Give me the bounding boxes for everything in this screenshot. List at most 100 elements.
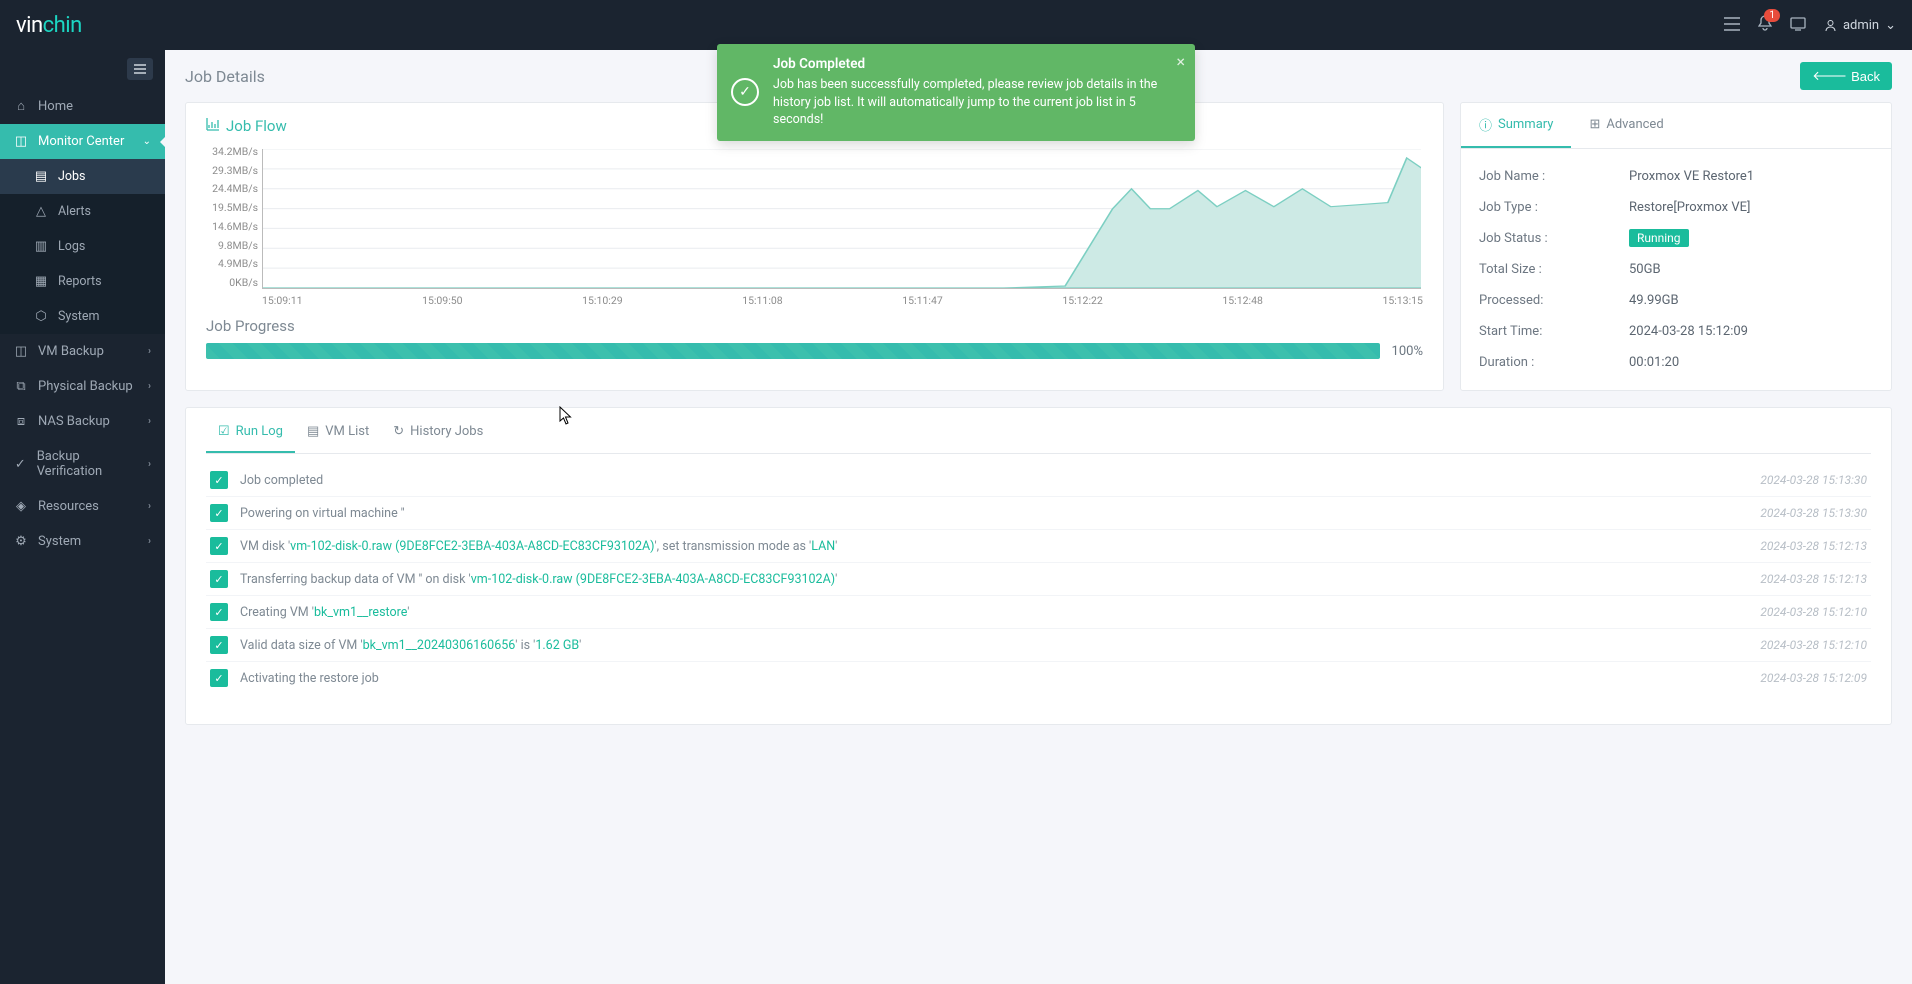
tab-vm-list[interactable]: ▤VM List (295, 412, 381, 453)
sidebar-item-nas-backup[interactable]: ⧈NAS Backup› (0, 404, 165, 439)
main-content: Job Details 🡐 Back Job Flow 34.2MB/s29.3… (165, 50, 1912, 984)
topbar: vinchin 1 admin ⌄ (0, 0, 1912, 50)
check-icon: ✓ (210, 570, 228, 588)
page-title: Job Details (185, 67, 265, 86)
gear-icon: ⚙ (14, 534, 28, 549)
tab-history-jobs[interactable]: ↻History Jobs (381, 412, 495, 453)
sidebar-item-system[interactable]: ⬡System (0, 299, 165, 334)
nas-backup-icon: ⧈ (14, 414, 28, 429)
job-progress-title: Job Progress (206, 317, 1423, 335)
tab-advanced[interactable]: ⊞ Advanced (1571, 103, 1681, 148)
chevron-right-icon: › (148, 346, 151, 357)
sidebar-item-physical-backup[interactable]: ⧉Physical Backup› (0, 369, 165, 404)
log-row: ✓ Transferring backup data of VM '' on di… (206, 563, 1871, 596)
log-message: Valid data size of VM 'bk_vm1__202403061… (240, 638, 1748, 653)
chevron-right-icon: › (148, 536, 151, 547)
chevron-down-icon: ⌄ (143, 136, 151, 147)
summary-row: Duration :00:01:20 (1479, 347, 1873, 378)
summary-value: Proxmox VE Restore1 (1629, 169, 1873, 184)
chevron-right-icon: › (148, 459, 151, 470)
log-timestamp: 2024-03-28 15:13:30 (1760, 473, 1867, 487)
sidebar-item-logs[interactable]: ▥Logs (0, 229, 165, 264)
check-circle-icon: ✓ (731, 78, 759, 106)
resources-icon: ◈ (14, 499, 28, 514)
log-list: ✓ Job completed 2024-03-28 15:13:30 ✓ Poweri… (206, 454, 1871, 694)
list-icon: ▤ (307, 424, 319, 439)
sidebar-item-alerts[interactable]: △Alerts (0, 194, 165, 229)
back-arrow-icon: 🡐 (1812, 68, 1847, 84)
sidebar-item-reports[interactable]: ▦Reports (0, 264, 165, 299)
summary-row: Start Time:2024-03-28 15:12:09 (1479, 316, 1873, 347)
log-row: ✓VM disk 'vm-102-disk-0.raw (9DE8FCE2-3E… (206, 530, 1871, 563)
check-icon: ✓ (210, 669, 228, 687)
sidebar-item-vm-backup[interactable]: ◫VM Backup› (0, 334, 165, 369)
chart-y-labels: 34.2MB/s29.3MB/s24.4MB/s19.5MB/s14.6MB/s… (206, 145, 258, 289)
toast-notification: ✓ × Job Completed Job has been successfu… (717, 44, 1195, 141)
sidebar-item-system-main[interactable]: ⚙System› (0, 524, 165, 559)
log-row: ✓Valid data size of VM 'bk_vm1__20240306… (206, 629, 1871, 662)
summary-row: Total Size :50GB (1479, 254, 1873, 285)
tab-summary[interactable]: ⓘ Summary (1461, 103, 1571, 148)
summary-key: Start Time: (1479, 324, 1629, 339)
log-message: Creating VM 'bk_vm1__restore' (240, 605, 1748, 620)
sidebar-item-home[interactable]: ⌂ Home (0, 88, 165, 124)
tab-run-log[interactable]: ☑Run Log (206, 412, 295, 453)
log-timestamp: 2024-03-28 15:12:13 (1760, 539, 1867, 553)
jobs-icon: ▤ (34, 169, 48, 184)
notification-badge: 1 (1764, 9, 1780, 22)
monitor-center-icon: ◫ (14, 134, 28, 149)
summary-table: Job Name :Proxmox VE Restore1Job Type :R… (1461, 149, 1891, 390)
toast-title: Job Completed (773, 56, 1161, 72)
summary-value: Restore[Proxmox VE] (1629, 200, 1873, 215)
log-message: Transferring backup data of VM '' on dis… (240, 572, 1748, 587)
summary-value: Running (1629, 231, 1873, 246)
log-row: ✓ Activating the restore job 2024-03-28 15… (206, 662, 1871, 694)
summary-panel: ⓘ Summary ⊞ Advanced Job Name :Proxmox V… (1460, 102, 1892, 391)
log-message: Activating the restore job (240, 671, 1748, 686)
sidebar-item-jobs[interactable]: ▤Jobs (0, 159, 165, 194)
summary-value: 49.99GB (1629, 293, 1873, 308)
log-icon: ☑ (218, 424, 230, 439)
summary-row: Job Type :Restore[Proxmox VE] (1479, 192, 1873, 223)
list-icon[interactable] (1724, 16, 1740, 35)
chevron-right-icon: › (148, 416, 151, 427)
check-icon: ✓ (210, 537, 228, 555)
log-row: ✓ Creating VM 'bk_vm1__restore' 2024-03-28… (206, 596, 1871, 629)
bell-icon[interactable]: 1 (1758, 15, 1772, 35)
back-button[interactable]: 🡐 Back (1800, 62, 1892, 90)
sidebar-item-backup-verification[interactable]: ✓Backup Verification› (0, 439, 165, 489)
chevron-down-icon: ⌄ (1885, 18, 1896, 33)
summary-key: Job Status : (1479, 231, 1629, 246)
job-flow-panel: Job Flow 34.2MB/s29.3MB/s24.4MB/s19.5MB/… (185, 102, 1444, 391)
log-message: Powering on virtual machine '' (240, 506, 1748, 521)
summary-key: Processed: (1479, 293, 1629, 308)
sidebar-item-resources[interactable]: ◈Resources› (0, 489, 165, 524)
logs-icon: ▥ (34, 239, 48, 254)
chevron-right-icon: › (148, 381, 151, 392)
check-icon: ✓ (210, 603, 228, 621)
check-icon: ✓ (210, 471, 228, 489)
alerts-icon: △ (34, 204, 48, 219)
progress-bar (206, 343, 1380, 359)
summary-value: 50GB (1629, 262, 1873, 277)
summary-key: Duration : (1479, 355, 1629, 370)
sidebar-collapse-button[interactable] (127, 58, 153, 80)
physical-backup-icon: ⧉ (14, 379, 28, 394)
log-timestamp: 2024-03-28 15:12:13 (1760, 572, 1867, 586)
user-menu[interactable]: admin ⌄ (1824, 18, 1896, 33)
log-timestamp: 2024-03-28 15:12:10 (1760, 605, 1867, 619)
grid-icon: ⊞ (1589, 117, 1600, 132)
sidebar-item-monitor-center[interactable]: ◫ Monitor Center ⌄ (0, 124, 165, 159)
log-timestamp: 2024-03-28 15:12:09 (1760, 671, 1867, 685)
reports-icon: ▦ (34, 274, 48, 289)
toast-close-button[interactable]: × (1176, 52, 1185, 71)
summary-value: 2024-03-28 15:12:09 (1629, 324, 1873, 339)
monitor-icon[interactable] (1790, 16, 1806, 35)
log-message: Job completed (240, 473, 1748, 488)
sidebar: ⌂ Home ◫ Monitor Center ⌄ ▤Jobs △Alerts … (0, 50, 165, 984)
chart-icon (206, 117, 220, 135)
summary-row: Job Status :Running (1479, 223, 1873, 254)
chevron-right-icon: › (148, 501, 151, 512)
summary-row: Processed:49.99GB (1479, 285, 1873, 316)
summary-key: Job Type : (1479, 200, 1629, 215)
